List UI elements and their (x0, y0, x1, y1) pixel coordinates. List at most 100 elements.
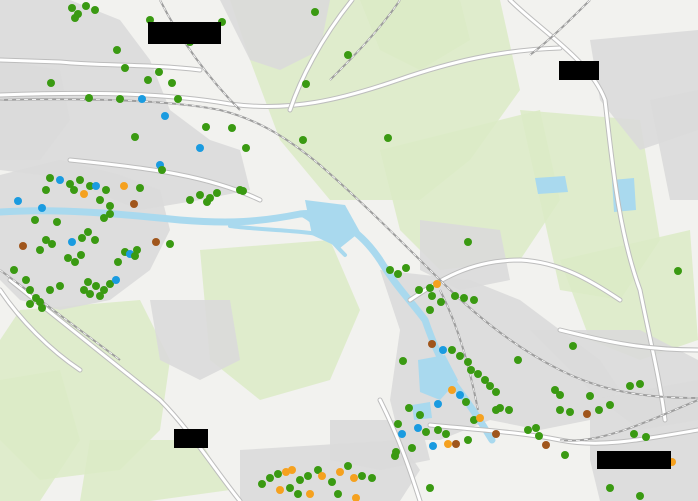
map-marker-green[interactable] (505, 406, 513, 414)
map-marker-green[interactable] (368, 474, 376, 482)
map-marker-green[interactable] (426, 484, 434, 492)
map-marker-green[interactable] (77, 251, 85, 259)
map-marker-green[interactable] (405, 404, 413, 412)
map-marker-green[interactable] (10, 266, 18, 274)
map-marker-green[interactable] (402, 264, 410, 272)
map-marker-green[interactable] (358, 472, 366, 480)
map-marker-green[interactable] (448, 346, 456, 354)
map-marker-green[interactable] (71, 14, 79, 22)
map-marker-green[interactable] (302, 80, 310, 88)
map-marker-green[interactable] (239, 187, 247, 195)
map-marker-green[interactable] (606, 484, 614, 492)
map-marker-green[interactable] (556, 391, 564, 399)
map-marker-orange[interactable] (318, 472, 326, 480)
map-marker-green[interactable] (434, 426, 442, 434)
map-marker-green[interactable] (392, 448, 400, 456)
map-marker-green[interactable] (304, 472, 312, 480)
map-marker-green[interactable] (586, 392, 594, 400)
map-marker-orange[interactable] (80, 190, 88, 198)
map-marker-green[interactable] (46, 286, 54, 294)
map-marker-green[interactable] (203, 198, 211, 206)
map-marker-orange[interactable] (306, 490, 314, 498)
map-marker-green[interactable] (636, 492, 644, 500)
map-marker-green[interactable] (186, 196, 194, 204)
map-marker-blue[interactable] (439, 346, 447, 354)
map-marker-brown[interactable] (492, 430, 500, 438)
map-marker-green[interactable] (96, 196, 104, 204)
map-marker-green[interactable] (202, 123, 210, 131)
map-marker-green[interactable] (113, 46, 121, 54)
map-marker-green[interactable] (394, 420, 402, 428)
map-marker-green[interactable] (294, 490, 302, 498)
map-marker-green[interactable] (462, 398, 470, 406)
map-marker-green[interactable] (674, 267, 682, 275)
map-marker-green[interactable] (416, 411, 424, 419)
map-marker-green[interactable] (85, 94, 93, 102)
map-marker-green[interactable] (328, 478, 336, 486)
map-marker-green[interactable] (31, 216, 39, 224)
map-marker-green[interactable] (155, 68, 163, 76)
map-marker-brown[interactable] (583, 410, 591, 418)
map-marker-blue[interactable] (429, 442, 437, 450)
map-marker-green[interactable] (68, 4, 76, 12)
map-marker-green[interactable] (168, 79, 176, 87)
map-marker-blue[interactable] (112, 276, 120, 284)
map-marker-green[interactable] (386, 266, 394, 274)
map-marker-green[interactable] (121, 64, 129, 72)
map-marker-green[interactable] (274, 470, 282, 478)
map-marker-green[interactable] (100, 214, 108, 222)
map-marker-green[interactable] (496, 404, 504, 412)
map-marker-green[interactable] (26, 300, 34, 308)
map-marker-green[interactable] (91, 236, 99, 244)
map-marker-green[interactable] (299, 136, 307, 144)
map-marker-brown[interactable] (130, 200, 138, 208)
map-marker-green[interactable] (266, 474, 274, 482)
map-marker-green[interactable] (133, 246, 141, 254)
map-marker-green[interactable] (144, 76, 152, 84)
map-marker-green[interactable] (456, 352, 464, 360)
map-marker-blue[interactable] (414, 424, 422, 432)
map-marker-green[interactable] (46, 174, 54, 182)
map-marker-orange[interactable] (444, 440, 452, 448)
map-marker-green[interactable] (174, 95, 182, 103)
map-marker-green[interactable] (556, 406, 564, 414)
map-marker-green[interactable] (242, 144, 250, 152)
map-marker-green[interactable] (492, 388, 500, 396)
map-marker-blue[interactable] (56, 176, 64, 184)
map-marker-green[interactable] (426, 306, 434, 314)
map-marker-blue[interactable] (138, 95, 146, 103)
map-marker-green[interactable] (642, 433, 650, 441)
map-marker-green[interactable] (22, 276, 30, 284)
map-marker-blue[interactable] (434, 400, 442, 408)
map-marker-orange[interactable] (120, 182, 128, 190)
map-marker-green[interactable] (415, 286, 423, 294)
map-marker-green[interactable] (64, 254, 72, 262)
map-marker-green[interactable] (56, 282, 64, 290)
map-marker-green[interactable] (114, 258, 122, 266)
map-marker-green[interactable] (158, 166, 166, 174)
map-marker-green[interactable] (344, 462, 352, 470)
map-marker-green[interactable] (196, 191, 204, 199)
map-marker-green[interactable] (116, 95, 124, 103)
map-marker-green[interactable] (630, 430, 638, 438)
map-marker-blue[interactable] (456, 391, 464, 399)
map-marker-green[interactable] (399, 357, 407, 365)
map-marker-green[interactable] (131, 133, 139, 141)
map-marker-blue[interactable] (196, 144, 204, 152)
map-marker-green[interactable] (96, 292, 104, 300)
map-marker-green[interactable] (595, 406, 603, 414)
map-marker-green[interactable] (532, 424, 540, 432)
map-marker-orange[interactable] (288, 466, 296, 474)
map-marker-brown[interactable] (152, 238, 160, 246)
map-marker-green[interactable] (102, 186, 110, 194)
map-marker-blue[interactable] (14, 197, 22, 205)
map-marker-green[interactable] (42, 186, 50, 194)
map-marker-orange[interactable] (476, 414, 484, 422)
map-marker-green[interactable] (451, 292, 459, 300)
map-marker-green[interactable] (228, 124, 236, 132)
map-marker-orange[interactable] (350, 474, 358, 482)
map-marker-green[interactable] (566, 408, 574, 416)
map-marker-green[interactable] (467, 366, 475, 374)
map-marker-green[interactable] (80, 286, 88, 294)
map-marker-brown[interactable] (452, 440, 460, 448)
